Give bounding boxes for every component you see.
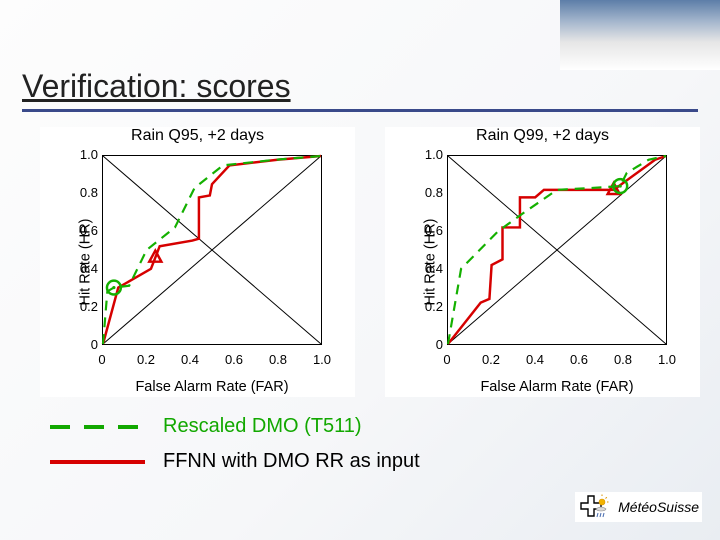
y-tick: 0.6: [417, 223, 443, 238]
swatch-dashed-green: [50, 425, 145, 429]
legend-label: Rescaled DMO (T511): [163, 415, 362, 438]
chart-q99: Rain Q99, +2 days Hit Rate (HR) False Al…: [385, 127, 700, 397]
chart-title: Rain Q99, +2 days: [385, 127, 700, 145]
y-tick: 1.0: [417, 147, 443, 162]
x-tick: 0.4: [525, 352, 545, 367]
x-tick: 0.2: [481, 352, 501, 367]
y-tick: 0.2: [72, 299, 98, 314]
x-tick: 0.6: [569, 352, 589, 367]
chart-q95: Rain Q95, +2 days Hit Rate (HR) False Al…: [40, 127, 355, 397]
title-underline: [22, 109, 698, 112]
charts-row: Rain Q95, +2 days Hit Rate (HR) False Al…: [40, 127, 700, 397]
x-tick: 0.6: [224, 352, 244, 367]
x-axis-label: False Alarm Rate (FAR): [102, 379, 322, 395]
swiss-logo-icon: [578, 494, 612, 520]
legend-label: FFNN with DMO RR as input: [163, 450, 420, 473]
meteosuisse-logo: MétéoSuisse: [575, 492, 702, 522]
plot-area: [102, 155, 322, 345]
title-block: Verification: scores: [22, 68, 698, 112]
y-tick: 0.4: [72, 261, 98, 276]
plot-svg: [103, 156, 321, 344]
x-tick: 0.8: [268, 352, 288, 367]
chart-title: Rain Q95, +2 days: [40, 127, 355, 145]
x-tick: 1.0: [657, 352, 677, 367]
plot-area: [447, 155, 667, 345]
y-tick: 1.0: [72, 147, 98, 162]
y-tick: 0: [72, 337, 98, 352]
y-tick: 0.2: [417, 299, 443, 314]
x-tick: 0: [437, 352, 457, 367]
x-tick: 0.4: [180, 352, 200, 367]
x-tick: 0.2: [136, 352, 156, 367]
legend-item-dashed: Rescaled DMO (T511): [50, 415, 420, 438]
x-axis-label: False Alarm Rate (FAR): [447, 379, 667, 395]
page-title: Verification: scores: [22, 68, 698, 105]
y-tick: 0.4: [417, 261, 443, 276]
x-tick: 0: [92, 352, 112, 367]
swatch-solid-red: [50, 460, 145, 464]
y-tick: 0: [417, 337, 443, 352]
y-tick: 0.6: [72, 223, 98, 238]
x-tick: 1.0: [312, 352, 332, 367]
x-tick: 0.8: [613, 352, 633, 367]
legend-item-solid: FFNN with DMO RR as input: [50, 450, 420, 473]
logo-text: MétéoSuisse: [618, 499, 699, 515]
banner-image: [560, 0, 720, 70]
plot-svg: [448, 156, 666, 344]
legend: Rescaled DMO (T511) FFNN with DMO RR as …: [50, 415, 420, 485]
y-tick: 0.8: [72, 185, 98, 200]
y-tick: 0.8: [417, 185, 443, 200]
